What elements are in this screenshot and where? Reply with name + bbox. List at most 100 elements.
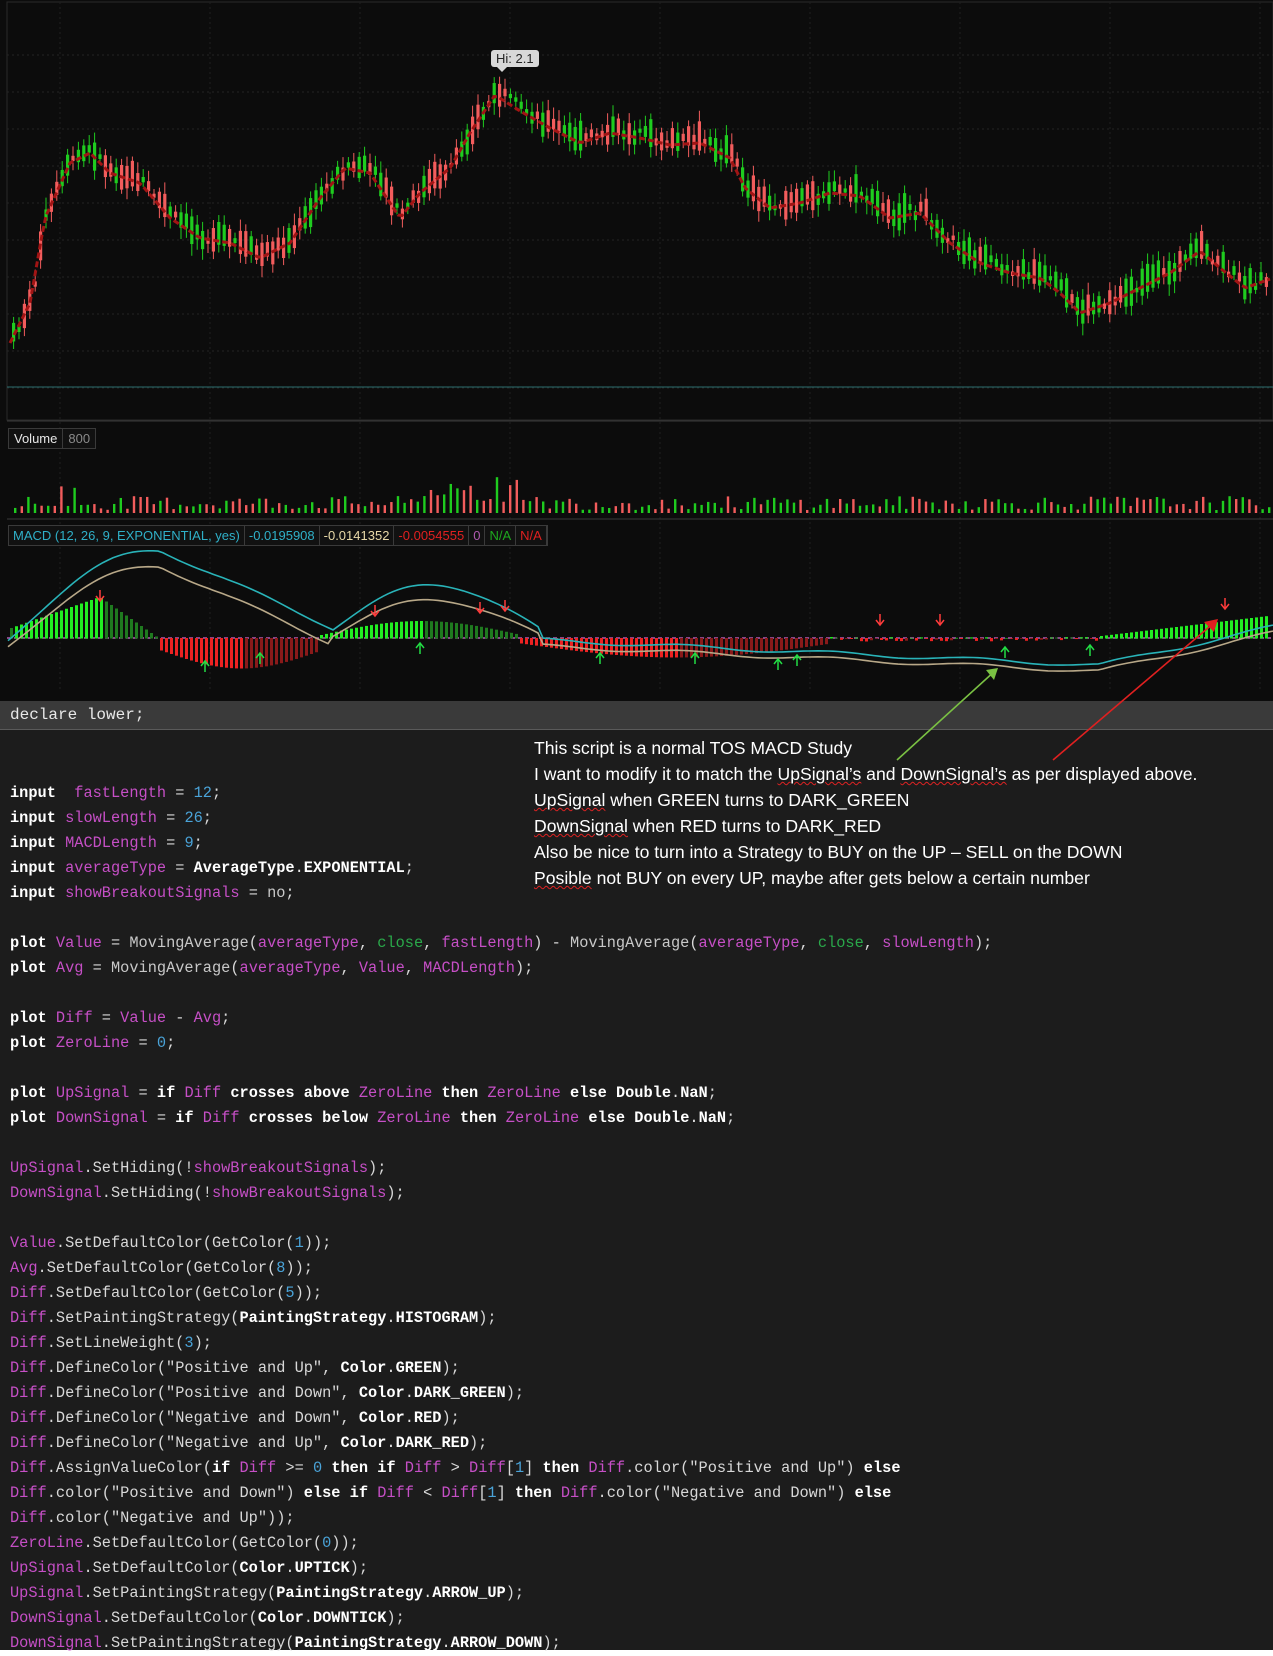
code-line[interactable]: plot DownSignal = if Diff crosses below … xyxy=(10,1106,992,1131)
code-line[interactable]: Diff.color("Positive and Down") else if … xyxy=(10,1481,992,1506)
code-token: Diff xyxy=(469,1459,506,1477)
price-candle xyxy=(1119,285,1123,303)
volume-bar xyxy=(575,503,578,513)
code-token: plot xyxy=(10,934,47,952)
price-candle xyxy=(789,192,793,213)
macd-histogram-bar xyxy=(300,638,303,658)
code-line[interactable]: Diff.SetPaintingStrategy(PaintingStrateg… xyxy=(10,1306,992,1331)
code-token: ); xyxy=(469,1434,488,1452)
code-token: - xyxy=(166,1009,194,1027)
price-candle xyxy=(843,188,847,193)
code-token: Diff xyxy=(10,1509,47,1527)
volume-bar xyxy=(594,502,598,513)
code-token: .DefineColor("Positive and Down", xyxy=(46,1384,359,1402)
macd-histogram-bar xyxy=(520,638,523,644)
code-line[interactable]: Diff.SetDefaultColor(GetColor(5)); xyxy=(10,1281,992,1306)
code-line[interactable]: plot Diff = Value - Avg; xyxy=(10,1006,992,1031)
code-line[interactable]: UpSignal.SetPaintingStrategy(PaintingStr… xyxy=(10,1581,992,1606)
code-line[interactable]: plot UpSignal = if Diff crosses above Ze… xyxy=(10,1081,992,1106)
volume-bar xyxy=(330,497,334,513)
code-line[interactable]: Avg.SetDefaultColor(GetColor(8)); xyxy=(10,1256,992,1281)
code-token: , xyxy=(358,934,378,952)
volume-bar xyxy=(390,502,393,513)
code-token: [ xyxy=(478,1484,488,1502)
price-candle xyxy=(427,168,431,194)
price-candle xyxy=(589,129,593,138)
code-token: Color xyxy=(358,1384,405,1402)
code-line[interactable] xyxy=(10,981,992,1006)
macd-histogram-bar xyxy=(1005,637,1008,639)
macd-histogram-bar xyxy=(370,625,373,639)
price-candle xyxy=(1097,296,1101,313)
volume-bar xyxy=(1109,503,1112,513)
chart-area[interactable]: Hi: 2.1 Volume 800 MACD (12, 26, 9, EXPO… xyxy=(0,0,1273,701)
code-line[interactable]: plot Value = MovingAverage(averageType, … xyxy=(10,931,992,956)
price-candle xyxy=(616,118,620,136)
chart-canvas[interactable] xyxy=(0,0,1273,701)
volume-bar xyxy=(720,507,723,513)
macd-header-value: -0.0141352 xyxy=(320,526,395,545)
macd-histogram-bar xyxy=(210,638,213,666)
code-line[interactable]: DownSignal.SetPaintingStrategy(PaintingS… xyxy=(10,1631,992,1656)
price-candle xyxy=(1065,278,1069,308)
code-line[interactable]: UpSignal.SetHiding(!showBreakoutSignals)… xyxy=(10,1156,992,1181)
volume-bar xyxy=(766,499,769,513)
code-token: > xyxy=(441,1459,470,1477)
volume-bar xyxy=(878,506,881,513)
volume-bar xyxy=(1248,499,1251,513)
code-line[interactable]: plot ZeroLine = 0; xyxy=(10,1031,992,1056)
price-candle xyxy=(600,130,604,138)
code-token: . xyxy=(386,1309,396,1327)
price-candle xyxy=(579,120,583,151)
code-line[interactable]: Diff.DefineColor("Positive and Down", Co… xyxy=(10,1381,992,1406)
macd-histogram-bar xyxy=(475,625,478,639)
volume-header[interactable]: Volume 800 xyxy=(8,428,97,449)
code-token: = xyxy=(92,1009,121,1027)
volume-bar xyxy=(825,498,829,513)
code-line[interactable]: DownSignal.SetDefaultColor(Color.DOWNTIC… xyxy=(10,1606,992,1631)
code-line[interactable] xyxy=(10,1056,992,1081)
note-text: as per displayed above. xyxy=(1006,764,1198,784)
volume-bar xyxy=(1023,508,1027,513)
code-token: 0 xyxy=(322,1534,332,1552)
price-candle xyxy=(238,230,242,255)
code-token: >= xyxy=(276,1459,313,1477)
macd-header[interactable]: MACD (12, 26, 9, EXPONENTIAL, yes) -0.019… xyxy=(8,525,548,546)
code-token: then xyxy=(441,1084,479,1102)
code-line[interactable]: Diff.DefineColor("Negative and Down", Co… xyxy=(10,1406,992,1431)
code-line[interactable]: Diff.color("Negative and Up")); xyxy=(10,1506,992,1531)
macd-histogram-bar xyxy=(450,622,453,639)
code-token: Value xyxy=(10,1234,56,1252)
code-line[interactable]: Diff.AssignValueColor(if Diff >= 0 then … xyxy=(10,1456,992,1481)
macd-histogram-bar xyxy=(405,621,408,639)
macd-histogram-bar xyxy=(385,623,388,639)
code-line[interactable]: Value.SetDefaultColor(GetColor(1)); xyxy=(10,1231,992,1256)
code-line[interactable]: ZeroLine.SetDefaultColor(GetColor(0)); xyxy=(10,1531,992,1556)
code-line[interactable] xyxy=(10,906,992,931)
volume-bar xyxy=(1188,509,1192,513)
code-line[interactable]: Diff.DefineColor("Negative and Up", Colo… xyxy=(10,1431,992,1456)
volume-bar xyxy=(284,504,287,513)
code-line[interactable]: plot Avg = MovingAverage(averageType, Va… xyxy=(10,956,992,981)
note-text: DownSignal xyxy=(534,816,628,836)
price-candle xyxy=(735,158,739,167)
price-candle xyxy=(379,172,383,197)
macd-histogram-bar xyxy=(645,638,648,657)
code-token: . xyxy=(441,1634,451,1652)
volume-bar xyxy=(172,509,175,513)
code-line[interactable] xyxy=(10,1206,992,1231)
code-token: ); xyxy=(505,1384,525,1402)
code-token: then xyxy=(514,1484,552,1502)
code-line[interactable]: Diff.DefineColor("Positive and Up", Colo… xyxy=(10,1356,992,1381)
macd-histogram-bar xyxy=(305,638,308,656)
code-body[interactable]: input fastLength = 12; input slowLength =… xyxy=(10,756,992,1656)
macd-histogram-bar xyxy=(1045,638,1048,640)
macd-histogram-bar xyxy=(440,621,443,639)
code-token: Value xyxy=(55,934,102,952)
code-line[interactable]: UpSignal.SetDefaultColor(Color.UPTICK); xyxy=(10,1556,992,1581)
code-token: Diff xyxy=(10,1434,47,1452)
code-line[interactable] xyxy=(10,1131,992,1156)
code-line[interactable]: Diff.SetLineWeight(3); xyxy=(10,1331,992,1356)
code-line[interactable]: DownSignal.SetHiding(!showBreakoutSignal… xyxy=(10,1181,992,1206)
